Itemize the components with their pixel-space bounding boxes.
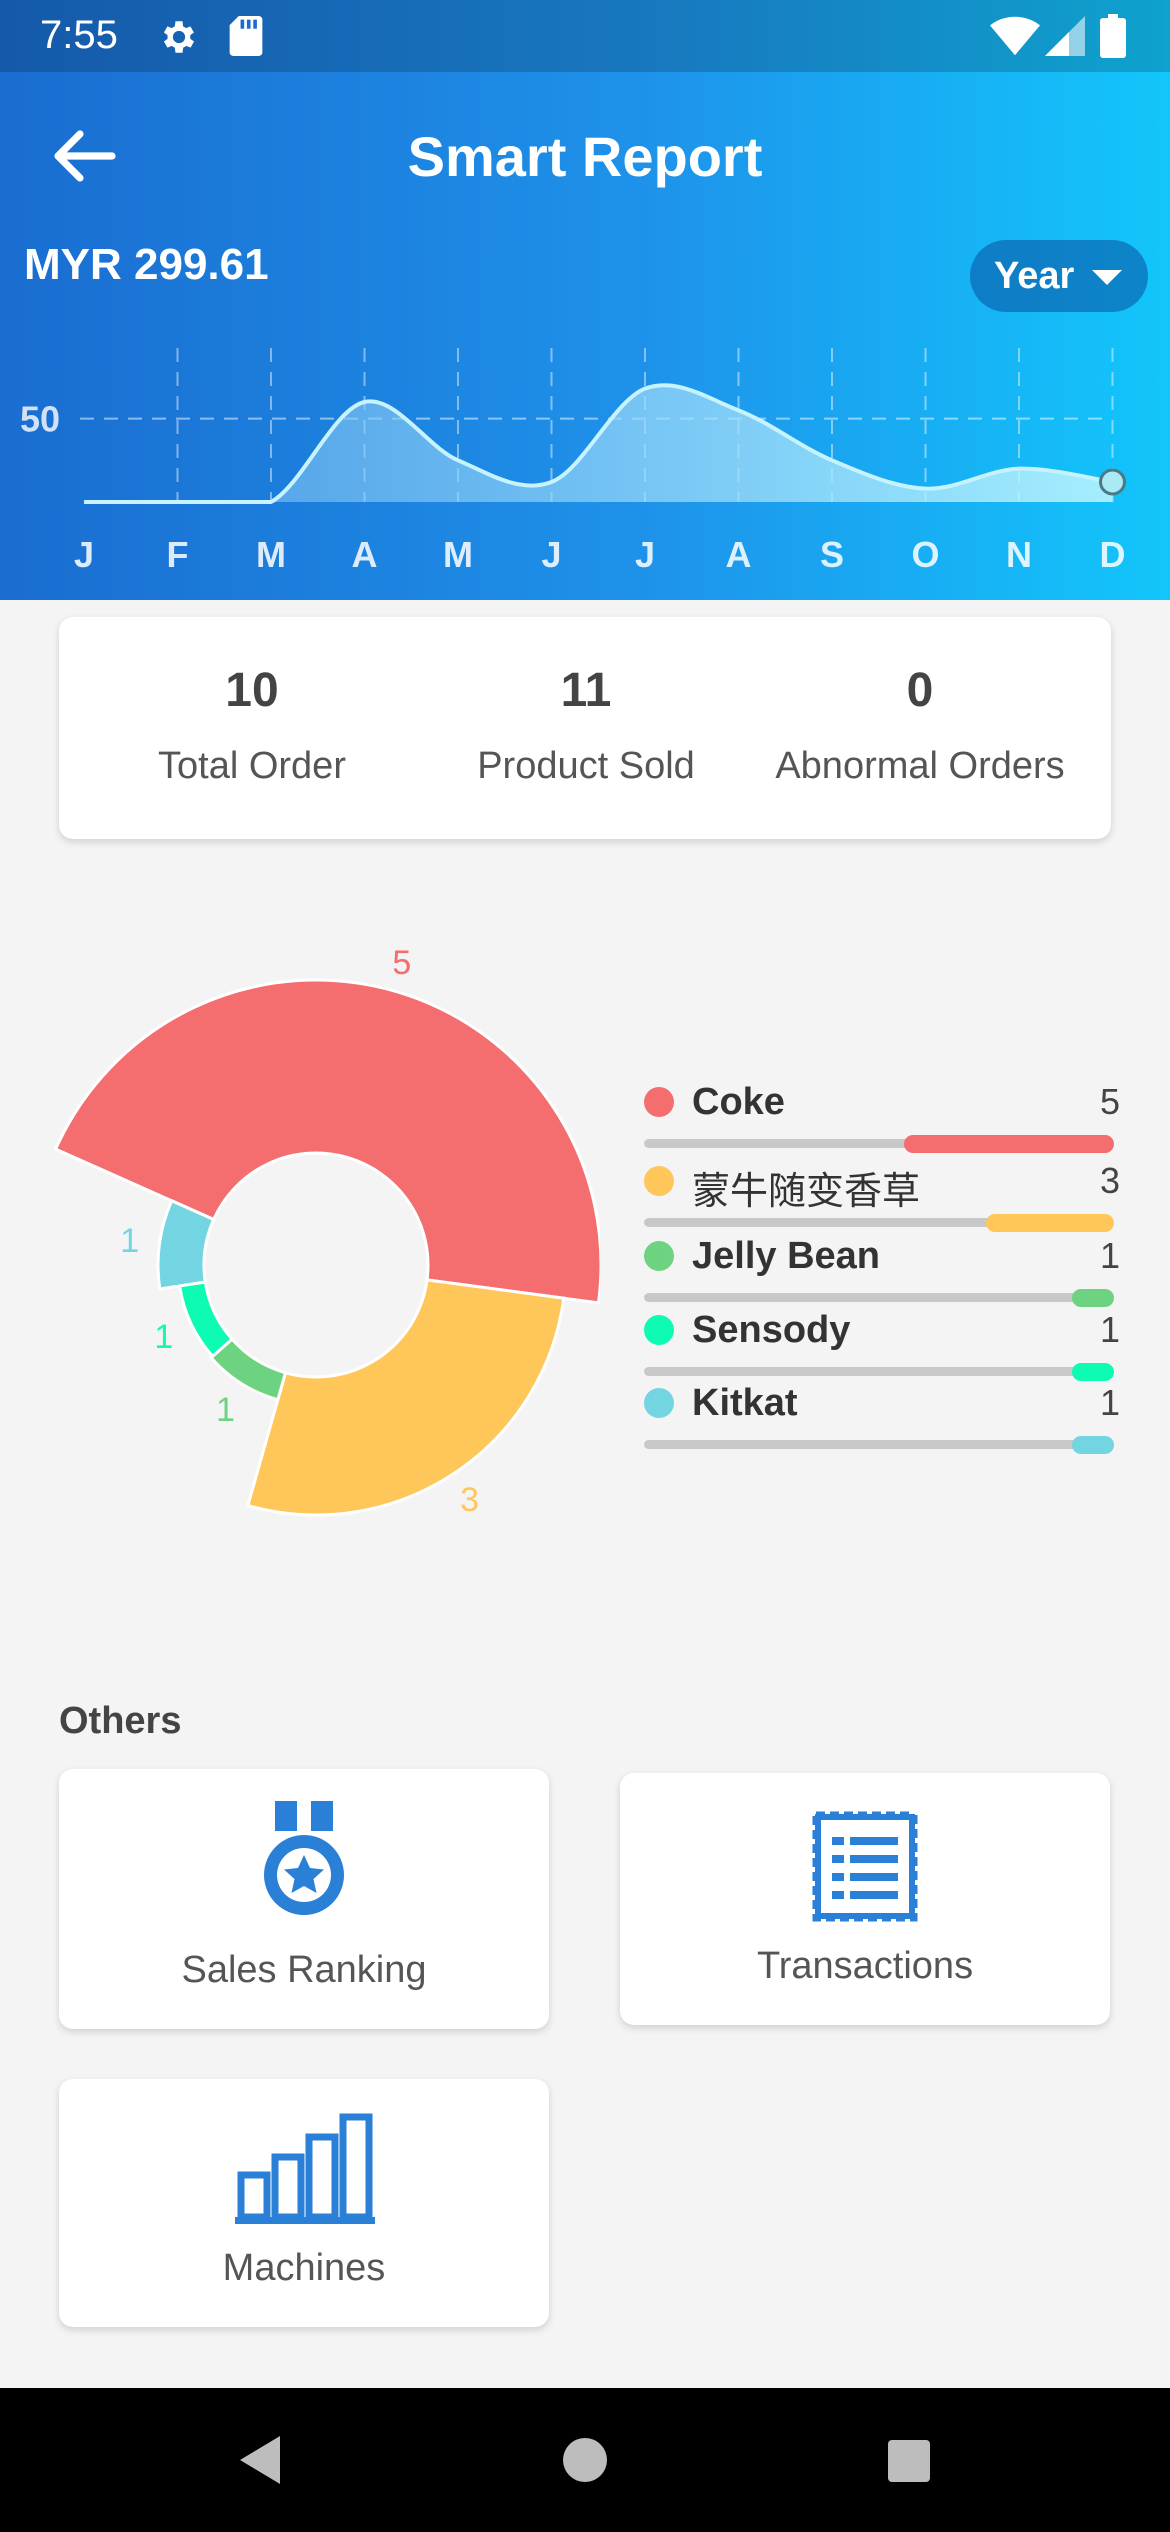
stat-value: 0 xyxy=(906,664,934,717)
medal-icon xyxy=(264,1801,344,1915)
back-triangle-icon[interactable] xyxy=(230,2428,294,2492)
stat-value: 11 xyxy=(560,664,612,717)
tile-label: Machines xyxy=(222,2247,386,2289)
stat-label: Abnormal Orders xyxy=(775,745,1065,787)
x-tick-label: M xyxy=(256,534,286,575)
x-tick-label: F xyxy=(167,534,189,575)
x-tick-label: O xyxy=(911,534,939,575)
x-tick-label: S xyxy=(820,534,844,575)
period-dropdown[interactable]: Year xyxy=(970,240,1148,312)
x-tick-label: J xyxy=(541,534,561,575)
stat-label: Total Order xyxy=(158,745,346,787)
recents-square-icon[interactable] xyxy=(876,2428,940,2492)
status-bar: 7:55 xyxy=(0,0,1170,72)
system-nav-bar xyxy=(0,2388,1170,2532)
legend-count: 1 xyxy=(1099,1235,1120,1276)
stat-abnormal-orders: 0 Abnormal Orders xyxy=(753,617,1087,839)
machines-tile[interactable]: Machines xyxy=(59,2079,549,2327)
x-tick-label: M xyxy=(443,534,473,575)
legend-track xyxy=(644,1367,1110,1376)
donut-value-label: 1 xyxy=(154,1318,173,1356)
stat-total-order: 10 Total Order xyxy=(85,617,419,839)
receipt-icon xyxy=(812,1811,918,1922)
stat-product-sold: 11 Product Sold xyxy=(419,617,753,839)
legend-count: 1 xyxy=(1099,1309,1120,1350)
y-tick-label: 50 xyxy=(20,399,60,440)
gear-icon xyxy=(163,21,195,53)
report-header: 7:55 Smart Report MYR 299.61 Year 50 J F… xyxy=(0,0,1170,600)
signal-icon xyxy=(1045,16,1085,56)
donut-value-label: 5 xyxy=(392,950,411,982)
legend-name: Coke xyxy=(692,1081,785,1123)
legend-track xyxy=(644,1440,1110,1449)
legend-name: Sensody xyxy=(692,1309,851,1351)
trend-last-point xyxy=(1099,468,1126,496)
legend-fill xyxy=(904,1135,1114,1153)
yearly-trend-chart: 50 J F M A M J J A S O N D xyxy=(20,348,1126,575)
product-donut-chart: 5 3 1 1 1 xyxy=(53,950,600,1519)
summary-card: 10 Total Order 11 Product Sold 0 Abnorma… xyxy=(59,617,1111,839)
period-dropdown-value: Year xyxy=(994,254,1075,297)
donut-value-label: 1 xyxy=(120,1222,139,1260)
donut-slice[interactable] xyxy=(246,1278,566,1517)
legend-name: 蒙牛随变香草 xyxy=(692,1171,921,1213)
donut-value-label: 3 xyxy=(460,1481,479,1519)
legend-dot xyxy=(644,1315,674,1345)
x-tick-label: J xyxy=(74,534,94,575)
legend-fill xyxy=(1072,1436,1114,1454)
legend-item-sensody[interactable]: Sensody 1 xyxy=(640,1303,1120,1381)
sales-ranking-tile[interactable]: Sales Ranking xyxy=(59,1769,549,2029)
total-amount: MYR 299.61 xyxy=(24,240,269,289)
others-heading: Others xyxy=(59,1700,182,1742)
legend-dot xyxy=(644,1087,674,1117)
stat-label: Product Sold xyxy=(477,745,695,787)
page-title: Smart Report xyxy=(407,125,763,188)
tile-label: Transactions xyxy=(756,1945,974,1987)
status-time: 7:55 xyxy=(40,13,118,57)
caret-down-icon xyxy=(1092,270,1122,285)
legend-dot xyxy=(644,1388,674,1418)
legend-item-mengniu[interactable]: 蒙牛随变香草 3 xyxy=(640,1154,1120,1232)
legend-track xyxy=(644,1293,1110,1302)
legend-count: 5 xyxy=(1099,1081,1120,1122)
donut-slice[interactable] xyxy=(177,1280,235,1359)
legend-count: 3 xyxy=(1099,1160,1120,1201)
legend-dot xyxy=(644,1241,674,1271)
x-tick-label: D xyxy=(1100,534,1126,575)
legend-item-jelly-bean[interactable]: Jelly Bean 1 xyxy=(640,1229,1120,1307)
x-tick-label: A xyxy=(726,534,752,575)
x-tick-label: A xyxy=(352,534,378,575)
stat-value: 10 xyxy=(225,664,279,717)
bar-chart-icon xyxy=(235,2113,375,2224)
legend-count: 1 xyxy=(1099,1382,1120,1423)
x-tick-label: N xyxy=(1006,534,1032,575)
legend-name: Jelly Bean xyxy=(692,1235,880,1277)
battery-icon xyxy=(1100,14,1126,58)
tile-label: Sales Ranking xyxy=(181,1949,427,1991)
donut-value-label: 1 xyxy=(216,1391,235,1429)
legend-name: Kitkat xyxy=(692,1382,798,1424)
legend-item-kitkat[interactable]: Kitkat 1 xyxy=(640,1376,1120,1454)
x-tick-label: J xyxy=(635,534,655,575)
home-circle-icon[interactable] xyxy=(553,2428,617,2492)
legend-dot xyxy=(644,1166,674,1196)
sd-card-icon xyxy=(229,16,263,56)
legend-item-coke[interactable]: Coke 5 xyxy=(640,1075,1120,1153)
wifi-icon xyxy=(990,16,1040,56)
transactions-tile[interactable]: Transactions xyxy=(620,1773,1110,2025)
